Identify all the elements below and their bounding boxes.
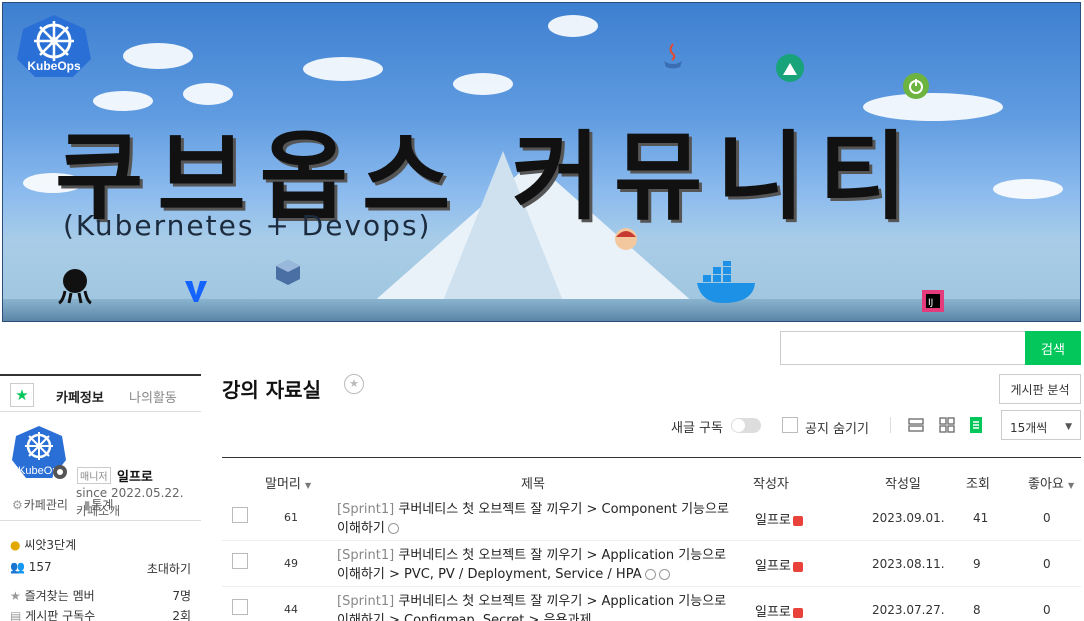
article-author[interactable]: 일프로: [755, 509, 803, 528]
members-icon: 👥: [10, 560, 25, 574]
link-icon: [658, 569, 670, 580]
cafe-level[interactable]: ● 씨앗3단계: [10, 536, 191, 553]
favorite-star-button[interactable]: ★: [10, 383, 34, 407]
cloud: [303, 57, 383, 81]
article-views: 41: [973, 511, 989, 525]
logo-text: KubeOps: [27, 59, 81, 73]
stats-link[interactable]: ▮통계: [84, 498, 120, 512]
board-icon: ▤: [10, 609, 22, 621]
board-title: 강의 자료실: [222, 378, 321, 402]
member-badge-icon: [792, 561, 803, 572]
row-checkbox[interactable]: [232, 599, 248, 615]
column-header-title: 제목: [521, 477, 545, 492]
article-likes: 0: [1043, 511, 1051, 525]
article-date: 2023.08.11.: [872, 557, 945, 571]
chevron-down-icon: ▼: [1065, 422, 1072, 432]
table-row: 49 [Sprint1] 쿠버네티스 첫 오브젝트 잘 끼우기 > Applic…: [222, 541, 1081, 587]
board-subscriptions[interactable]: ▤ 게시판 구독수 2회: [10, 607, 191, 621]
attachment-icon: [644, 569, 656, 580]
table-row: 44 [Sprint1] 쿠버네티스 첫 오브젝트 잘 끼우기 > Applic…: [222, 587, 1081, 621]
article-number: 49: [284, 557, 298, 570]
cloud: [993, 179, 1063, 199]
cloud: [453, 73, 513, 95]
docker-icon: [697, 261, 755, 303]
sidebar-tabs: ★ 카페정보 나의활동: [0, 374, 201, 412]
argo-icon: [776, 54, 804, 82]
board-favorite-star-icon[interactable]: ★: [344, 374, 364, 394]
article-number: 44: [284, 603, 298, 616]
search-button[interactable]: 검색: [1025, 331, 1081, 365]
member-count: 👥 157 초대하기: [10, 560, 191, 577]
member-badge-icon: [792, 515, 803, 526]
svg-text:KubeOp: KubeOp: [18, 465, 58, 477]
cafe-banner: KubeOps 쿠브옵스 커뮤니티 (Kubernetes + Devops) …: [2, 2, 1081, 322]
column-header-likes[interactable]: 좋아요 ▼: [1028, 473, 1074, 492]
svg-text:IJ: IJ: [928, 298, 933, 308]
article-title-link[interactable]: [Sprint1] 쿠버네티스 첫 오브젝트 잘 끼우기 > Applicati…: [337, 592, 729, 621]
divider: [0, 520, 201, 521]
cafe-avatar[interactable]: KubeOp: [10, 424, 68, 480]
cafe-profile: KubeOp 매니저 일프로 since 2022.05.22. 카페소개: [0, 412, 201, 518]
invite-link[interactable]: 초대하기: [147, 560, 191, 577]
hide-notice-label[interactable]: 공지 숨기기: [805, 418, 869, 437]
article-date: 2023.09.01.: [872, 511, 945, 525]
row-checkbox[interactable]: [232, 553, 248, 569]
hide-notice-checkbox[interactable]: [782, 417, 798, 433]
sea: [3, 299, 1080, 321]
manager-name[interactable]: 일프로: [117, 466, 153, 485]
attachment-icon: [387, 523, 399, 534]
tab-cafe-info[interactable]: 카페정보: [56, 387, 104, 406]
spring-icon: [903, 73, 929, 99]
article-title-link[interactable]: [Sprint1] 쿠버네티스 첫 오브젝트 잘 끼우기 > Component…: [337, 500, 729, 538]
column-header-date: 작성일: [885, 477, 921, 492]
sort-down-icon: ▼: [1068, 481, 1075, 490]
search-input[interactable]: [780, 331, 1026, 365]
cafe-manage-link[interactable]: ⚙카페관리: [12, 498, 74, 512]
manager-badge: 매니저: [77, 467, 111, 484]
java-icon: [664, 43, 682, 69]
coin-icon: ●: [10, 538, 21, 552]
grid-view-icon[interactable]: [938, 416, 956, 434]
sort-down-icon: ▼: [305, 481, 312, 490]
subscribe-toggle[interactable]: [731, 418, 761, 433]
article-title-link[interactable]: [Sprint1] 쿠버네티스 첫 오브젝트 잘 끼우기 > Applicati…: [337, 546, 729, 584]
gear-icon: ⚙: [12, 498, 23, 512]
table-top-border: [222, 457, 1081, 458]
article-views: 8: [973, 603, 981, 617]
subscribe-label: 새글 구독: [671, 421, 723, 436]
divider: [890, 417, 891, 433]
article-views: 9: [973, 557, 981, 571]
banner-subtitle: (Kubernetes + Devops): [63, 209, 432, 242]
virtualbox-icon: [276, 260, 300, 285]
article-likes: 0: [1043, 603, 1051, 617]
cloud: [123, 43, 193, 69]
cafe-sidebar: ★ 카페정보 나의활동 KubeOp 매니저 일프로 since 2022.05…: [0, 374, 201, 621]
intellij-icon: IJ: [922, 290, 944, 312]
favorite-members[interactable]: ★ 즐겨찾는 멤버 7명: [10, 587, 191, 604]
bar-chart-icon: ▮: [83, 498, 91, 512]
github-octocat-icon: [58, 269, 92, 305]
article-author[interactable]: 일프로: [755, 555, 803, 574]
tab-my-activity[interactable]: 나의활동: [129, 387, 177, 406]
album-view-icon[interactable]: [967, 416, 985, 434]
article-date: 2023.07.27.: [872, 603, 945, 617]
admin-links: ⚙카페관리 ▮통계: [12, 496, 125, 513]
article-number: 61: [284, 511, 298, 524]
board-analysis-button[interactable]: 게시판 분석: [999, 374, 1081, 404]
vagrant-icon: [185, 281, 207, 302]
article-author[interactable]: 일프로: [755, 601, 803, 620]
table-row: 61 [Sprint1] 쿠버네티스 첫 오브젝트 잘 끼우기 > Compon…: [222, 495, 1081, 541]
cloud: [548, 15, 598, 37]
per-page-select[interactable]: 15개씩 ▼: [1001, 410, 1081, 440]
row-checkbox[interactable]: [232, 507, 248, 523]
column-header-author: 작성자: [753, 477, 789, 492]
list-view-icon[interactable]: [907, 416, 925, 434]
column-header-views: 조회: [966, 477, 990, 492]
member-badge-icon: [792, 607, 803, 618]
article-likes: 0: [1043, 557, 1051, 571]
jenkins-icon: [615, 228, 637, 250]
star-icon: ★: [10, 589, 21, 603]
column-header-prefix[interactable]: 말머리 ▼: [265, 473, 311, 492]
